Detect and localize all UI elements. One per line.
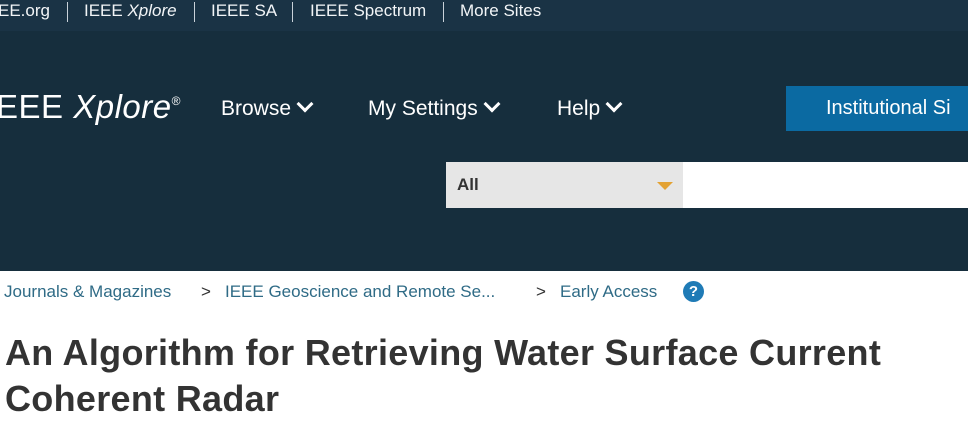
nav-my-settings-label: My Settings xyxy=(368,97,478,120)
chevron-down-icon xyxy=(605,95,623,113)
article-title: An Algorithm for Retrieving Water Surfac… xyxy=(5,330,968,422)
search-scope-value: All xyxy=(457,175,479,194)
article-title-line-2: Coherent Radar xyxy=(5,378,280,419)
breadcrumb-separator: > xyxy=(536,282,546,301)
ieee-xplore-link-prefix: IEEE xyxy=(84,1,128,20)
help-icon[interactable]: ? xyxy=(683,281,704,302)
divider xyxy=(443,2,444,22)
top-meta-bar: EE.org IEEE Xplore IEEE SA IEEE Spectrum… xyxy=(0,0,968,31)
main-header: EEE Xplore® Browse My Settings Help Inst… xyxy=(0,31,968,271)
caret-down-icon xyxy=(657,182,673,190)
search-scope-select[interactable]: All xyxy=(446,162,683,208)
registered-mark: ® xyxy=(171,94,181,108)
ieee-spectrum-link[interactable]: IEEE Spectrum xyxy=(310,0,426,31)
ieee-xplore-link-suffix: Xplore xyxy=(127,1,177,20)
ieee-org-link[interactable]: EE.org xyxy=(0,0,50,31)
institutional-sign-in-button[interactable]: Institutional Si xyxy=(786,86,968,131)
nav-browse-label: Browse xyxy=(221,97,292,120)
search-input[interactable] xyxy=(683,162,968,208)
nav-help[interactable]: Help xyxy=(557,95,623,121)
divider xyxy=(292,2,293,22)
nav-help-label: Help xyxy=(557,97,601,120)
divider xyxy=(67,2,68,22)
logo-text-left: EEE xyxy=(0,88,74,125)
logo-text-right: Xplore xyxy=(73,88,172,125)
more-sites-link[interactable]: More Sites xyxy=(460,0,541,31)
chevron-down-icon xyxy=(296,95,314,113)
breadcrumb-early-access[interactable]: Early Access xyxy=(560,282,657,302)
breadcrumb-journals-magazines[interactable]: Journals & Magazines xyxy=(4,282,171,302)
ieee-xplore-logo[interactable]: EEE Xplore® xyxy=(0,88,181,126)
ieee-sa-link[interactable]: IEEE SA xyxy=(211,0,277,31)
nav-my-settings[interactable]: My Settings xyxy=(368,95,501,121)
chevron-down-icon xyxy=(483,95,501,113)
breadcrumb-separator: > xyxy=(201,282,211,301)
divider xyxy=(194,2,195,22)
ieee-xplore-link[interactable]: IEEE Xplore xyxy=(84,0,177,31)
article-title-line-1: An Algorithm for Retrieving Water Surfac… xyxy=(5,332,882,373)
nav-browse[interactable]: Browse xyxy=(221,95,314,121)
breadcrumb-publication[interactable]: IEEE Geoscience and Remote Se... xyxy=(225,282,495,302)
